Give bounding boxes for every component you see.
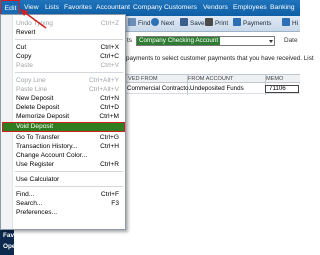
menu-item-new-deposit[interactable]: New Deposit Ctrl+N (2, 94, 125, 103)
menu-item-paste: Paste Ctrl+V (16, 62, 119, 69)
arrow-right-icon (151, 18, 159, 26)
deposit-grid-header: VED FROM FROM ACCOUNT MEMO (126, 74, 300, 83)
menu-item-use-register[interactable]: Use Register Ctrl+R (2, 160, 125, 169)
account-label: ts (127, 37, 132, 44)
menu-item-transaction-history[interactable]: Transaction History... Ctrl+H (2, 142, 125, 151)
col-received-from: VED FROM (128, 76, 158, 82)
menu-item-use-calculator[interactable]: Use Calculator (2, 175, 125, 184)
menu-vendors[interactable]: Vendors (203, 0, 228, 16)
menu-item-go-to-transfer[interactable]: Go To Transfer Ctrl+G (2, 133, 125, 142)
col-from-account: FROM ACCOUNT (188, 76, 234, 82)
menu-item-cut[interactable]: Cut Ctrl+X (2, 43, 125, 52)
chevron-down-icon[interactable] (269, 40, 273, 43)
menu-item-preferences[interactable]: Preferences... (2, 208, 125, 217)
history-icon (282, 18, 290, 26)
menu-banking[interactable]: Banking (270, 0, 295, 16)
menu-company[interactable]: Company (133, 0, 162, 16)
history-button[interactable]: Hi (282, 18, 298, 30)
col-memo: MEMO (266, 76, 284, 82)
open-windows-label[interactable]: Open Windows (3, 243, 49, 250)
table-row[interactable]: Commercial Contracto... Undeposited Fund… (126, 84, 300, 94)
menu-separator (15, 186, 123, 187)
account-value: Company Checking Account (137, 37, 221, 45)
cell-from-account: Undeposited Funds (190, 85, 244, 92)
menu-item-void-deposit[interactable]: Void Deposit (2, 122, 125, 132)
menu-item-search[interactable]: Search... F3 (2, 199, 125, 208)
edit-menu-dropdown: Undo Typing Ctrl+Z Revert Cut Ctrl+X Copy C… (0, 14, 126, 230)
find-button[interactable]: Find (128, 18, 150, 30)
save-button[interactable]: Save (180, 18, 205, 30)
print-icon (205, 18, 213, 26)
account-select[interactable]: Company Checking Account (136, 36, 275, 46)
instructions-text: payments to select customer payments tha… (126, 55, 314, 62)
menu-separator (15, 39, 123, 40)
deposit-panel (126, 32, 300, 255)
menu-customers[interactable]: Customers (164, 0, 197, 16)
menu-item-undo-typing: Undo Typing Ctrl+Z (16, 20, 119, 27)
menu-employees[interactable]: Employees (233, 0, 267, 16)
menu-item-memorize-deposit[interactable]: Memorize Deposit Ctrl+M (2, 112, 125, 121)
menu-item-find[interactable]: Find... Ctrl+F (2, 190, 125, 199)
next-button[interactable]: Next (151, 18, 174, 30)
payments-icon (233, 18, 241, 26)
disk-icon (180, 18, 188, 26)
search-icon (128, 18, 136, 26)
memo-cell-outline (265, 85, 299, 93)
menu-item-delete-deposit[interactable]: Delete Deposit Ctrl+D (2, 103, 125, 112)
menu-item-revert[interactable]: Revert (2, 28, 125, 37)
cell-received-from: Commercial Contracto... (127, 85, 194, 92)
menu-item-paste-line: Paste Line Ctrl+Alt+V (16, 86, 119, 93)
menu-item-change-account-color[interactable]: Change Account Color... (2, 151, 125, 160)
date-label: Date (284, 37, 298, 44)
menu-item-copy[interactable]: Copy Ctrl+C (2, 52, 125, 61)
payments-button[interactable]: Payments (233, 18, 271, 30)
print-button[interactable]: Print (205, 18, 228, 30)
menu-item-copy-line: Copy Line Ctrl+Alt+Y (16, 77, 119, 84)
favorite-reports-label[interactable]: Favorite Reports (3, 232, 54, 239)
menu-separator (15, 171, 123, 172)
menu-separator (15, 72, 123, 73)
